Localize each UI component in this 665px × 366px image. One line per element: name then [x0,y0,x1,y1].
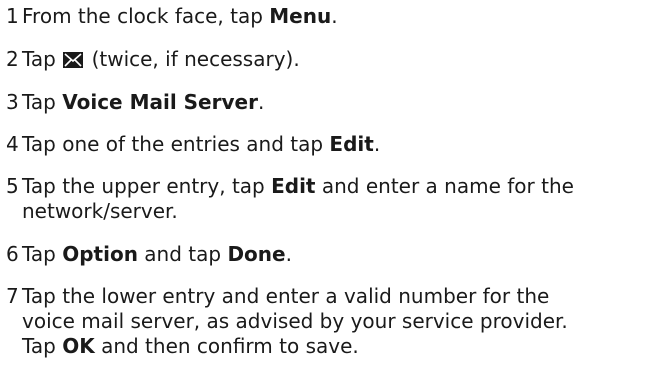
text-run: Tap one of the entries and tap [22,132,330,156]
text-run: and tap [137,242,228,266]
text-run: . [331,4,338,28]
step-number: 7 [6,284,19,308]
bold-term: Menu [269,4,332,28]
bold-term: Edit [271,174,316,198]
step-text-continued: Tap OK and then confirm to save. [22,334,359,359]
bold-term: Done [227,242,286,266]
step-text-continued: network/server. [22,199,178,224]
text-run: . [285,242,292,266]
bold-term: Voice Mail Server [62,90,258,114]
envelope-icon [63,52,84,68]
text-run: and enter a name for the [315,174,574,198]
step-text: Tap the upper entry, tap Edit and enter … [22,174,574,199]
step-number: 4 [6,132,19,156]
text-run: voice mail server, as advised by your se… [22,309,568,333]
text-run: and then confirm to save. [94,334,359,358]
step-number: 6 [6,242,19,266]
text-run: Tap the upper entry, tap [22,174,272,198]
text-run: . [257,90,265,114]
step-text: Tap the lower entry and enter a valid nu… [22,284,549,309]
text-run: Tap [22,334,63,358]
step-number: 1 [6,4,19,28]
text-run: Tap [22,90,63,114]
text-run: Tap [22,242,63,266]
step-text: From the clock face, tap Menu. [22,4,338,29]
step-text: Tap one of the entries and tap Edit. [22,132,380,157]
text-run: From the clock face, tap [22,4,270,28]
text-run: network/server. [22,199,178,223]
bold-term: OK [62,334,95,358]
step-text: Tap (twice, if necessary). [22,47,300,72]
text-run: Tap the lower entry and enter a valid nu… [22,284,550,308]
text-run: Tap [22,47,63,71]
text-run: . [373,132,381,156]
step-text: Tap Option and tap Done. [22,242,292,267]
step-number: 2 [6,47,19,71]
text-run: (twice, if necessary). [85,47,300,71]
step-number: 5 [6,174,19,198]
bold-term: Edit [329,132,374,156]
step-number: 3 [6,90,19,114]
bold-term: Option [62,242,138,266]
step-text-continued: voice mail server, as advised by your se… [22,309,568,334]
step-text: Tap Voice Mail Server. [22,90,264,115]
instruction-steps: 1 From the clock face, tap Menu. 2 Tap (… [0,0,665,366]
